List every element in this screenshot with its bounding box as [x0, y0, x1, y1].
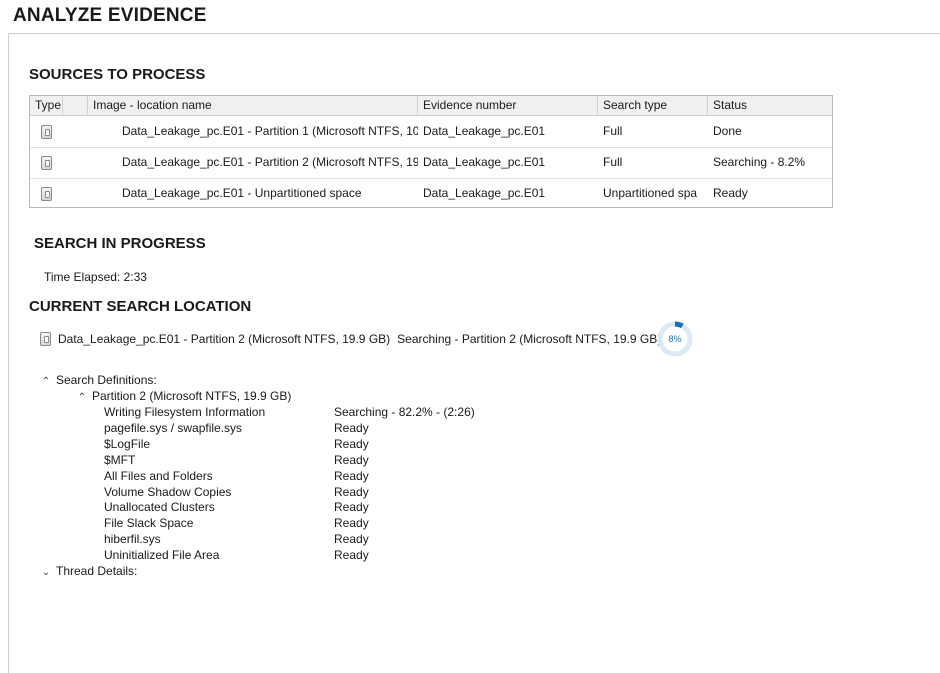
chevron-up-icon[interactable]: ⌃	[40, 374, 52, 390]
definition-name: pagefile.sys / swapfile.sys	[104, 421, 243, 435]
cell-image-name: Data_Leakage_pc.E01 - Unpartitioned spac…	[122, 186, 362, 200]
definition-status: Ready	[334, 532, 369, 546]
cell-evidence-number: Data_Leakage_pc.E01	[423, 155, 546, 169]
definition-name: Writing Filesystem Information	[104, 405, 266, 419]
drive-icon	[40, 331, 51, 346]
definition-status: Ready	[334, 437, 369, 451]
cell-status: Done	[713, 124, 742, 138]
tree-node-thread-details[interactable]: ⌄ Thread Details:	[40, 563, 138, 581]
cell-search-type: Unpartitioned spa	[603, 186, 698, 200]
progress-label: 8%	[668, 334, 682, 344]
column-header-evidence-number[interactable]: Evidence number	[418, 96, 598, 115]
column-header-status[interactable]: Status	[708, 96, 832, 115]
table-row[interactable]: Data_Leakage_pc.E01 - Partition 1 (Micro…	[30, 116, 832, 148]
time-elapsed-label: Time Elapsed:	[44, 270, 121, 284]
definition-name: $LogFile	[104, 437, 151, 451]
drive-icon	[41, 155, 52, 170]
current-location-row: Data_Leakage_pc.E01 - Partition 2 (Micro…	[40, 331, 661, 346]
table-header: Type Image - location name Evidence numb…	[30, 96, 832, 116]
chevron-up-icon[interactable]: ⌃	[76, 390, 88, 406]
definition-status: Searching - 82.2% - (2:26)	[334, 405, 475, 419]
cell-image-name: Data_Leakage_pc.E01 - Partition 2 (Micro…	[122, 155, 418, 169]
tree-label: Search Definitions:	[56, 373, 157, 387]
definition-status: Ready	[334, 469, 369, 483]
current-location-name: Data_Leakage_pc.E01 - Partition 2 (Micro…	[58, 331, 391, 346]
definition-status: Ready	[334, 453, 369, 467]
drive-icon	[41, 124, 52, 139]
tree-label: Thread Details:	[56, 564, 138, 578]
cell-search-type: Full	[603, 155, 623, 169]
sources-table: Type Image - location name Evidence numb…	[29, 95, 833, 208]
chevron-down-icon[interactable]: ⌄	[40, 565, 52, 581]
cell-status: Ready	[713, 186, 748, 200]
column-header-blank[interactable]	[63, 96, 88, 115]
definition-name: hiberfil.sys	[104, 532, 161, 546]
definition-name: File Slack Space	[104, 516, 194, 530]
definition-status: Ready	[334, 548, 369, 562]
definition-name: $MFT	[104, 453, 136, 467]
drive-icon	[41, 186, 52, 201]
definition-name: Uninitialized File Area	[104, 548, 220, 562]
definition-name: Unallocated Clusters	[104, 500, 215, 514]
definition-status: Ready	[334, 485, 369, 499]
cell-evidence-number: Data_Leakage_pc.E01	[423, 186, 546, 200]
current-location-title: CURRENT SEARCH LOCATION	[29, 298, 252, 315]
table-row[interactable]: Data_Leakage_pc.E01 - Partition 2 (Micro…	[30, 147, 832, 179]
tree-node-search-definitions[interactable]: ⌃ Search Definitions:	[40, 372, 157, 388]
definition-status: Ready	[334, 516, 369, 530]
column-header-type[interactable]: Type	[30, 96, 63, 115]
column-header-search-type[interactable]: Search type	[598, 96, 708, 115]
time-elapsed-value: 2:33	[123, 270, 147, 284]
definition-name: Volume Shadow Copies	[104, 485, 232, 499]
page-title: ANALYZE EVIDENCE	[13, 5, 207, 26]
cell-status: Searching - 8.2%	[713, 155, 806, 169]
tree-node-partition[interactable]: ⌃ Partition 2 (Microsoft NTFS, 19.9 GB)	[76, 388, 292, 406]
tree-label: Partition 2 (Microsoft NTFS, 19.9 GB)	[92, 389, 292, 403]
cell-search-type: Full	[603, 124, 623, 138]
definition-status: Ready	[334, 421, 369, 435]
column-header-image-location[interactable]: Image - location name	[88, 96, 418, 115]
search-progress-title: SEARCH IN PROGRESS	[34, 235, 206, 252]
table-row[interactable]: Data_Leakage_pc.E01 - Unpartitioned spac…	[30, 178, 832, 209]
time-elapsed: Time Elapsed: 2:33	[44, 270, 147, 284]
cell-evidence-number: Data_Leakage_pc.E01	[423, 124, 546, 138]
definition-status: Ready	[334, 500, 369, 514]
sources-section-title: SOURCES TO PROCESS	[29, 66, 206, 83]
definition-name: All Files and Folders	[104, 469, 213, 483]
current-location-status: Searching - Partition 2 (Microsoft NTFS,…	[397, 331, 662, 346]
cell-image-name: Data_Leakage_pc.E01 - Partition 1 (Micro…	[122, 124, 418, 138]
